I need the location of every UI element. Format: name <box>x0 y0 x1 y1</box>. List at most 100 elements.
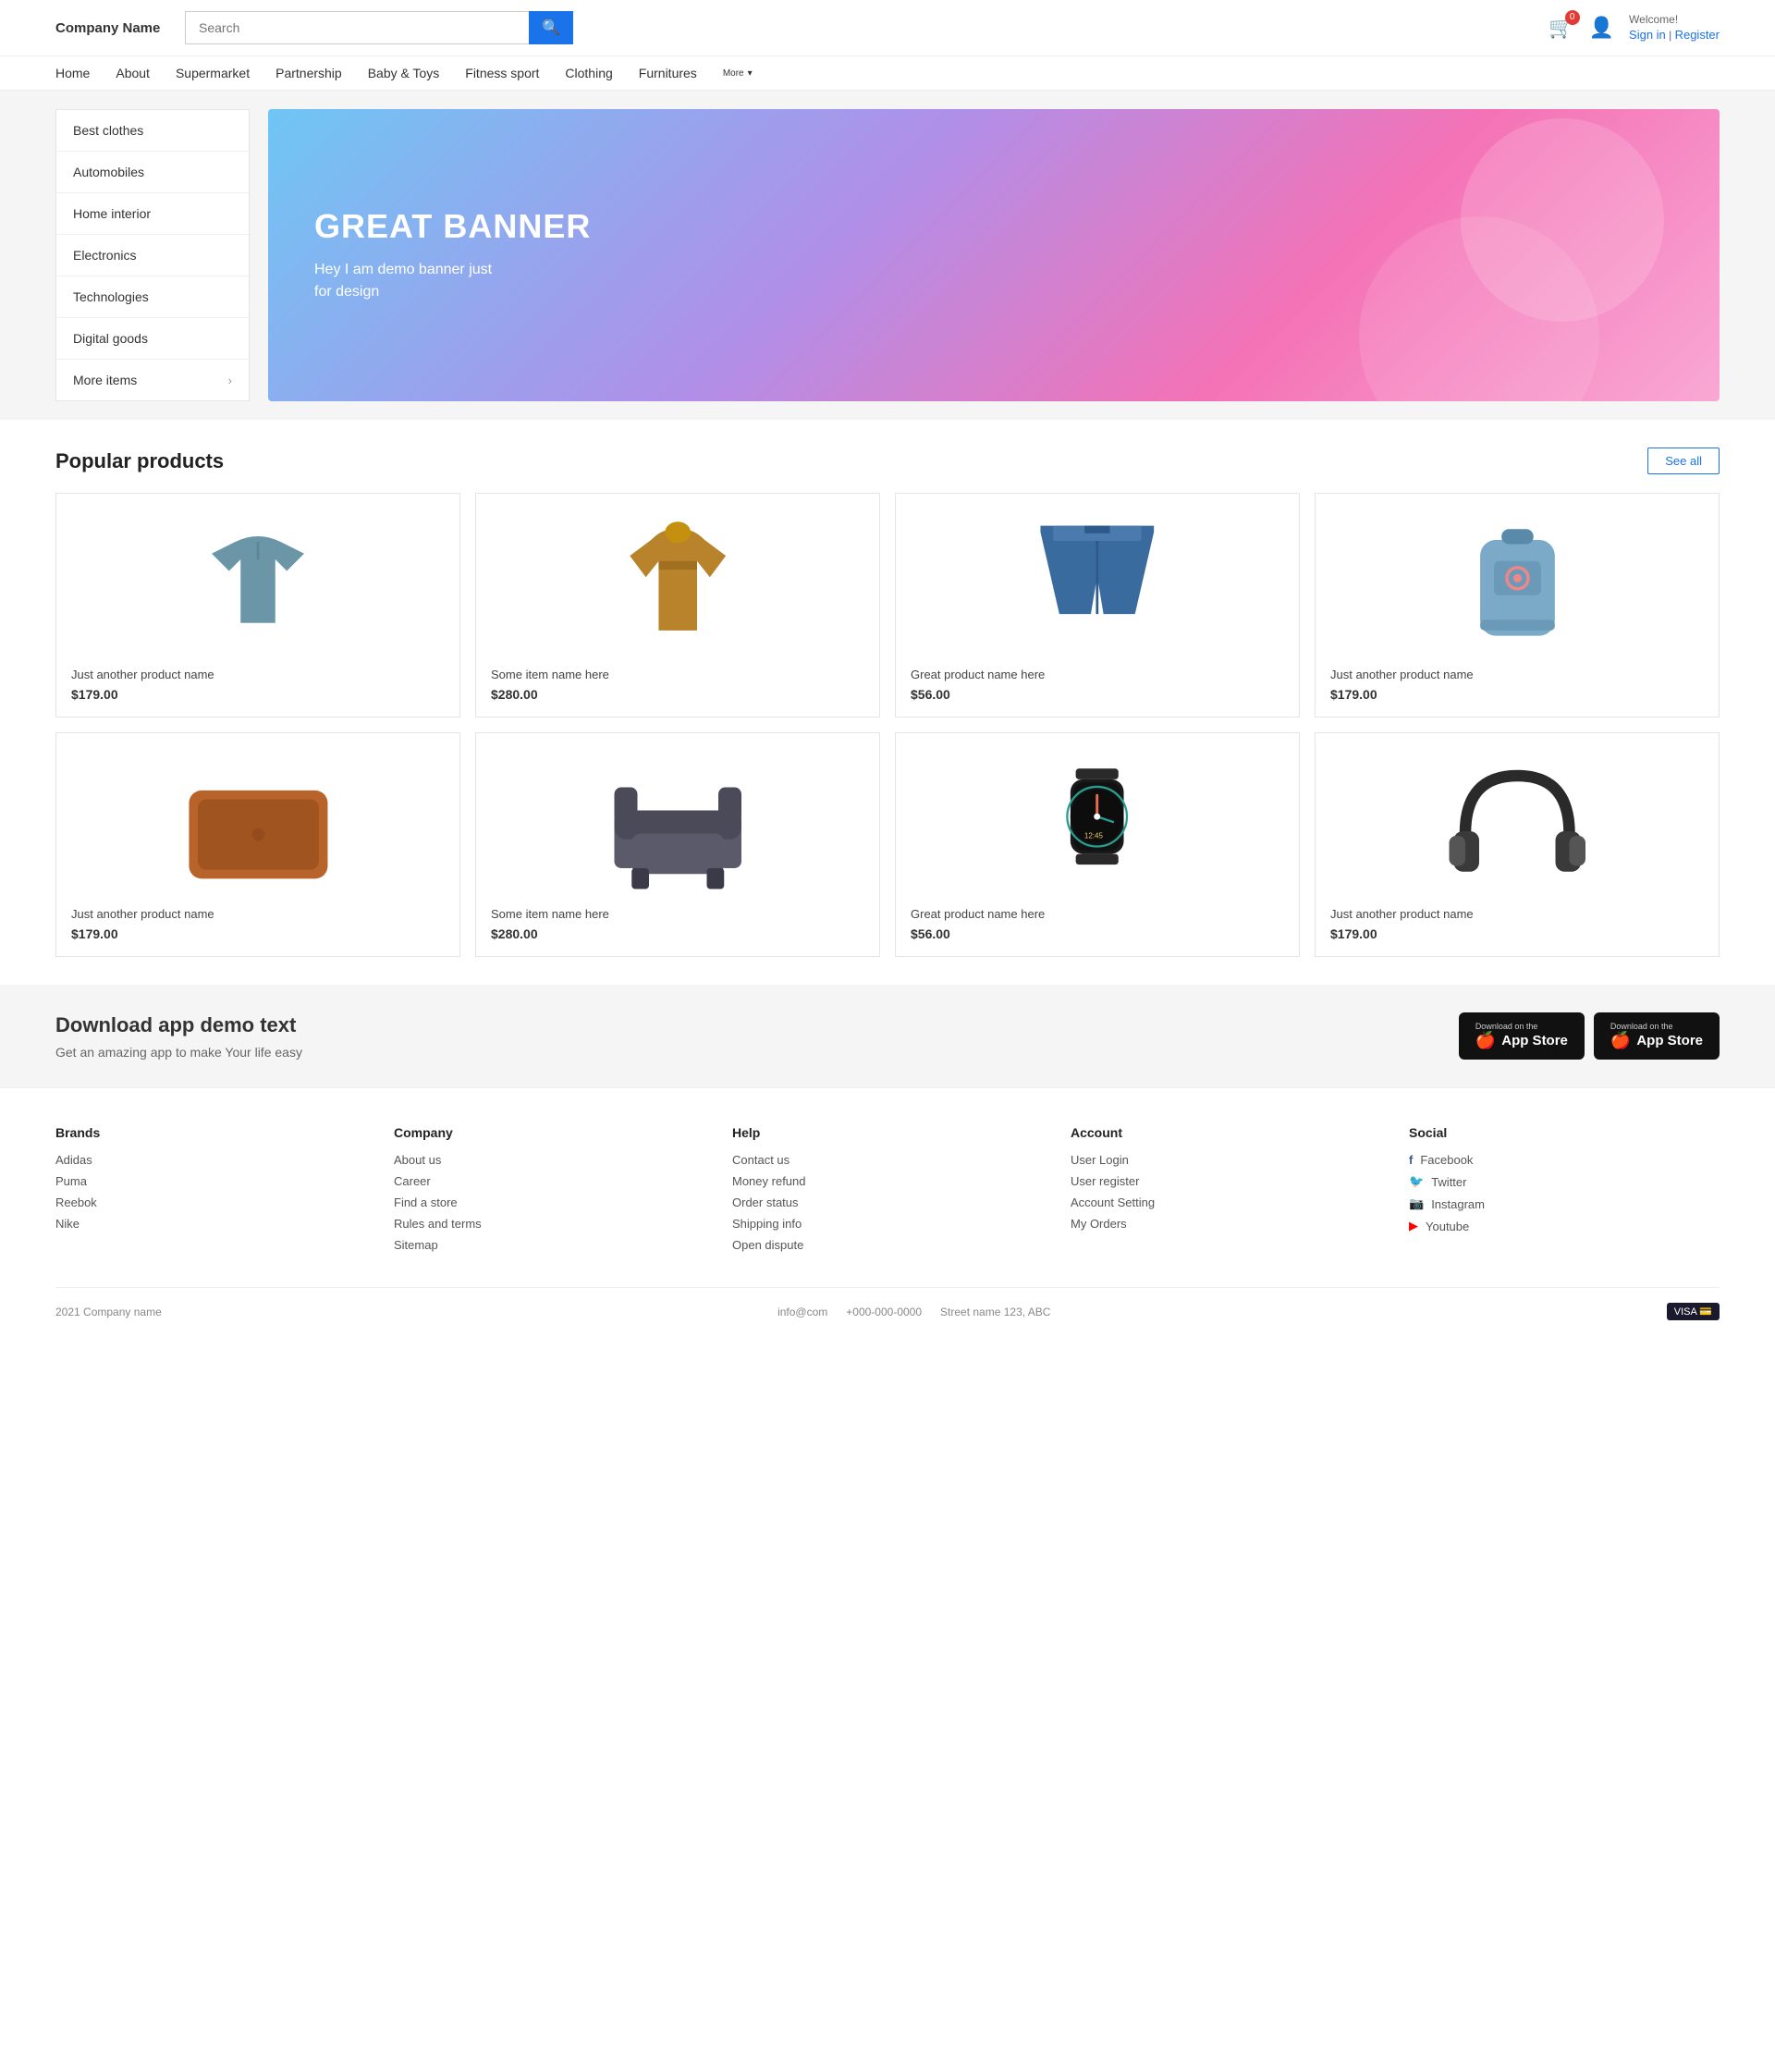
footer-shipping-info[interactable]: Shipping info <box>732 1217 1043 1231</box>
nav-home[interactable]: Home <box>55 66 90 80</box>
nav-about[interactable]: About <box>116 66 150 80</box>
appstore-button-1[interactable]: Download on the 🍎 App Store <box>1459 1012 1585 1060</box>
product-price-7: $56.00 <box>911 926 1284 941</box>
product-card-1[interactable]: Just another product name $179.00 <box>55 493 460 717</box>
footer-sitemap[interactable]: Sitemap <box>394 1238 704 1252</box>
user-icon[interactable]: 👤 <box>1589 16 1614 40</box>
product-price-5: $179.00 <box>71 926 445 941</box>
sidebar-item-digital-goods[interactable]: Digital goods <box>56 318 249 360</box>
footer-user-register[interactable]: User register <box>1071 1174 1381 1188</box>
products-section-title: Popular products <box>55 449 224 473</box>
sidebar-label: Automobiles <box>73 165 144 179</box>
footer-columns: Brands Adidas Puma Reebok Nike Company A… <box>55 1125 1720 1259</box>
product-name-8: Just another product name <box>1330 907 1704 921</box>
footer-instagram[interactable]: 📷 Instagram <box>1409 1196 1720 1211</box>
nav-supermarket[interactable]: Supermarket <box>176 66 250 80</box>
footer-account-setting[interactable]: Account Setting <box>1071 1195 1381 1209</box>
product-card-4[interactable]: Just another product name $179.00 <box>1315 493 1720 717</box>
product-name-7: Great product name here <box>911 907 1284 921</box>
header: Company Name 🔍 🛒 0 👤 Welcome! Sign in | … <box>0 0 1775 56</box>
app-download-section: Download app demo text Get an amazing ap… <box>0 985 1775 1087</box>
twitter-icon: 🐦 <box>1409 1174 1424 1189</box>
footer-social-title: Social <box>1409 1125 1720 1140</box>
footer-about-us[interactable]: About us <box>394 1153 704 1167</box>
product-card-8[interactable]: Just another product name $179.00 <box>1315 732 1720 957</box>
product-card-7[interactable]: 12:45 Great product name here $56.00 <box>895 732 1300 957</box>
product-name-1: Just another product name <box>71 668 445 681</box>
apple-icon: 🍎 <box>1475 1031 1496 1050</box>
nav-partnership[interactable]: Partnership <box>275 66 342 80</box>
footer-email: info@com <box>777 1306 827 1318</box>
footer-twitter[interactable]: 🐦 Twitter <box>1409 1174 1720 1189</box>
footer-bottom: 2021 Company name info@com +000-000-0000… <box>55 1287 1720 1320</box>
product-image-8 <box>1330 748 1704 896</box>
product-card-6[interactable]: Some item name here $280.00 <box>475 732 880 957</box>
nav-fitness[interactable]: Fitness sport <box>465 66 539 80</box>
products-grid: Just another product name $179.00 Some i… <box>55 493 1720 957</box>
product-image-3 <box>911 509 1284 656</box>
app-text: Download app demo text Get an amazing ap… <box>55 1013 302 1060</box>
footer-contact[interactable]: Contact us <box>732 1153 1043 1167</box>
payment-icons: VISA 💳 <box>1667 1303 1720 1320</box>
footer-account-title: Account <box>1071 1125 1381 1140</box>
nav-furnitures[interactable]: Furnitures <box>639 66 697 80</box>
search-button[interactable]: 🔍 <box>529 11 573 44</box>
nav-more-dropdown[interactable]: More ▾ <box>723 68 753 79</box>
nav-baby-toys[interactable]: Baby & Toys <box>368 66 440 80</box>
appstore-label-big-1: 🍎 App Store <box>1475 1031 1568 1050</box>
sidebar-label: Electronics <box>73 248 136 263</box>
footer-facebook[interactable]: f Facebook <box>1409 1153 1720 1167</box>
sidebar-item-more-items[interactable]: More items › <box>56 360 249 400</box>
main-section: Best clothes Automobiles Home interior E… <box>0 91 1775 420</box>
product-card-2[interactable]: Some item name here $280.00 <box>475 493 880 717</box>
welcome-text: Welcome! <box>1629 12 1720 28</box>
footer-my-orders[interactable]: My Orders <box>1071 1217 1381 1231</box>
nav-clothing[interactable]: Clothing <box>565 66 612 80</box>
sidebar: Best clothes Automobiles Home interior E… <box>55 109 250 401</box>
cart-button[interactable]: 🛒 0 <box>1549 16 1573 40</box>
footer-order-status[interactable]: Order status <box>732 1195 1043 1209</box>
footer-brands: Brands Adidas Puma Reebok Nike <box>55 1125 366 1259</box>
nav-more-arrow-icon: ▾ <box>748 68 753 79</box>
footer-money-refund[interactable]: Money refund <box>732 1174 1043 1188</box>
register-link[interactable]: Register <box>1675 28 1720 42</box>
footer-account: Account User Login User register Account… <box>1071 1125 1381 1259</box>
footer-brand-reebok[interactable]: Reebok <box>55 1195 366 1209</box>
footer-youtube[interactable]: ▶ Youtube <box>1409 1219 1720 1233</box>
product-card-5[interactable]: Just another product name $179.00 <box>55 732 460 957</box>
footer-company-title: Company <box>394 1125 704 1140</box>
product-image-7: 12:45 <box>911 748 1284 896</box>
sidebar-item-best-clothes[interactable]: Best clothes <box>56 110 249 152</box>
sign-in-link[interactable]: Sign in <box>1629 28 1666 42</box>
sidebar-item-electronics[interactable]: Electronics <box>56 235 249 276</box>
sidebar-label: Best clothes <box>73 123 143 138</box>
footer-brand-puma[interactable]: Puma <box>55 1174 366 1188</box>
product-image-4 <box>1330 509 1704 656</box>
appstore-label-small-2: Download on the <box>1610 1022 1673 1031</box>
facebook-icon: f <box>1409 1153 1413 1167</box>
product-image-1 <box>71 509 445 656</box>
appstore-button-2[interactable]: Download on the 🍎 App Store <box>1594 1012 1720 1060</box>
sidebar-label: Technologies <box>73 289 149 304</box>
sidebar-label: Home interior <box>73 206 151 221</box>
see-all-button[interactable]: See all <box>1647 448 1720 474</box>
search-input[interactable] <box>185 11 529 44</box>
footer-copyright: 2021 Company name <box>55 1306 162 1318</box>
products-section-header: Popular products See all <box>55 448 1720 474</box>
footer-find-store[interactable]: Find a store <box>394 1195 704 1209</box>
sign-register-links: Sign in | Register <box>1629 27 1720 43</box>
footer-rules-terms[interactable]: Rules and terms <box>394 1217 704 1231</box>
sidebar-item-home-interior[interactable]: Home interior <box>56 193 249 235</box>
footer-brand-adidas[interactable]: Adidas <box>55 1153 366 1167</box>
footer-user-login[interactable]: User Login <box>1071 1153 1381 1167</box>
svg-text:12:45: 12:45 <box>1084 831 1104 840</box>
footer-brand-nike[interactable]: Nike <box>55 1217 366 1231</box>
footer-open-dispute[interactable]: Open dispute <box>732 1238 1043 1252</box>
product-card-3[interactable]: Great product name here $56.00 <box>895 493 1300 717</box>
sidebar-item-automobiles[interactable]: Automobiles <box>56 152 249 193</box>
product-price-6: $280.00 <box>491 926 864 941</box>
main-nav: Home About Supermarket Partnership Baby … <box>0 56 1775 91</box>
sidebar-item-technologies[interactable]: Technologies <box>56 276 249 318</box>
footer-career[interactable]: Career <box>394 1174 704 1188</box>
youtube-icon: ▶ <box>1409 1219 1418 1233</box>
